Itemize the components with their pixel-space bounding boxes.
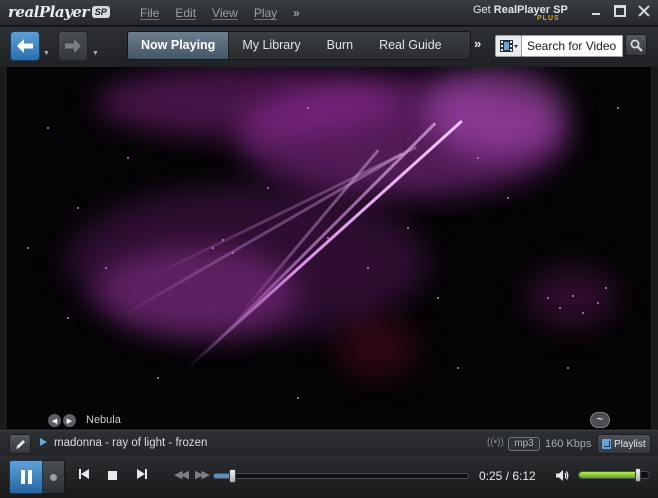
rewind-icon[interactable]: ◀◀ <box>174 468 189 481</box>
now-playing-indicator-icon <box>40 438 47 446</box>
tab-burn[interactable]: Burn <box>314 32 366 59</box>
previous-visualization-icon[interactable]: ◀ <box>48 414 61 427</box>
next-track-button[interactable] <box>137 469 147 479</box>
seek-bar[interactable] <box>213 469 469 483</box>
forward-arrow-icon <box>65 39 81 53</box>
back-button[interactable] <box>10 31 40 61</box>
record-button[interactable] <box>43 460 65 494</box>
search-type-dropdown[interactable] <box>495 35 522 57</box>
tabs-more-chevron-icon[interactable]: » <box>474 36 481 51</box>
forward-history-chevron-down-icon[interactable]: ▼ <box>92 50 99 57</box>
tab-my-library[interactable]: My Library <box>229 32 313 59</box>
close-icon[interactable] <box>638 5 650 17</box>
bitrate-label: 160 Kbps <box>545 438 592 450</box>
pause-button[interactable] <box>9 460 43 494</box>
menu-more-chevron-icon[interactable]: » <box>293 6 300 20</box>
time-separator: / <box>502 469 513 483</box>
maximize-icon[interactable] <box>614 5 626 17</box>
visualization-mode-icon[interactable]: ~ <box>590 412 610 428</box>
playback-controls: ◀◀ ▶▶ 0:25 / 6:12 <box>0 456 658 498</box>
search-input[interactable] <box>522 35 623 57</box>
search-icon <box>630 39 643 52</box>
forward-button[interactable] <box>58 31 88 61</box>
promo-edition: PLUS <box>537 15 560 22</box>
track-info-bar: madonna - ray of light - frozen ((•)) mp… <box>0 430 658 456</box>
stop-button[interactable] <box>108 471 117 480</box>
tab-now-playing[interactable]: Now Playing <box>128 32 230 59</box>
time-display: 0:25 / 6:12 <box>479 469 536 483</box>
edit-clip-info-button[interactable] <box>9 434 31 454</box>
film-strip-icon <box>499 40 518 52</box>
total-time: 6:12 <box>512 469 536 483</box>
realplayer-logo[interactable]: realPlayer SP <box>8 3 110 21</box>
previous-track-button[interactable] <box>79 469 89 479</box>
minimize-icon[interactable] <box>590 5 602 17</box>
next-visualization-icon[interactable]: ▶ <box>63 414 76 427</box>
volume-level <box>579 472 638 478</box>
promo-prefix: Get <box>473 4 494 16</box>
speaker-icon[interactable] <box>555 469 569 482</box>
nav-bar: ▼ ▼ Now Playing My Library Burn Real Gui… <box>0 27 658 67</box>
seek-handle[interactable] <box>228 469 236 483</box>
volume-slider[interactable] <box>578 468 650 482</box>
pencil-icon <box>15 439 25 449</box>
main-tabs: Now Playing My Library Burn Real Guide <box>127 31 471 60</box>
logo-badge: SP <box>91 6 110 18</box>
visualization-switcher: ◀ ▶ <box>48 414 76 427</box>
playlist-icon <box>602 439 611 449</box>
next-icon <box>137 469 145 479</box>
title-bar: realPlayer SP File Edit View Play » Get … <box>0 0 658 26</box>
pause-icon <box>20 470 25 484</box>
search-button[interactable] <box>625 34 647 56</box>
playlist-button[interactable]: Playlist <box>597 434 651 454</box>
video-visualization[interactable]: ◀ ▶ Nebula ~ <box>7 67 651 429</box>
stream-signal-icon: ((•)) <box>487 437 504 448</box>
logo-text: realPlayer <box>8 3 89 21</box>
menu-edit[interactable]: Edit <box>175 6 196 20</box>
elapsed-time: 0:25 <box>479 469 503 483</box>
format-badge: mp3 <box>508 437 540 451</box>
visualization-name: Nebula <box>86 414 121 426</box>
volume-handle[interactable] <box>634 468 641 482</box>
menu-file[interactable]: File <box>140 6 159 20</box>
track-title: madonna - ray of light - frozen <box>54 437 208 449</box>
window-controls <box>590 5 650 17</box>
menu-view[interactable]: View <box>212 6 238 20</box>
back-arrow-icon <box>17 39 33 53</box>
fast-forward-icon[interactable]: ▶▶ <box>195 468 210 481</box>
record-icon <box>50 473 57 481</box>
menu-bar: File Edit View Play » <box>140 6 300 20</box>
menu-play[interactable]: Play <box>254 6 277 20</box>
back-history-chevron-down-icon[interactable]: ▼ <box>43 50 50 57</box>
tab-real-guide[interactable]: Real Guide <box>366 32 455 59</box>
previous-icon <box>81 469 89 479</box>
playlist-label: Playlist <box>614 438 646 450</box>
